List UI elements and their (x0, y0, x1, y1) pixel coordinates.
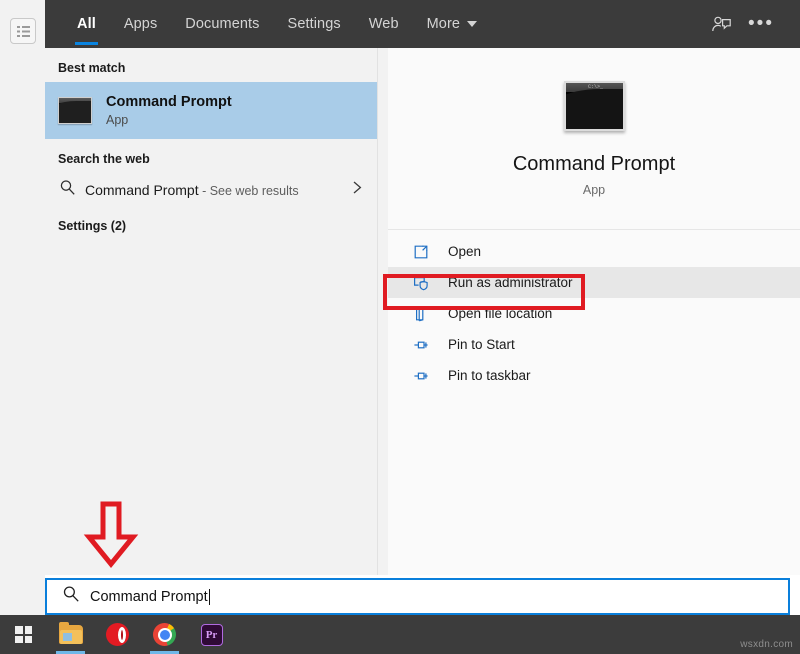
search-icon (59, 179, 85, 201)
preview-card: C:\>_ Command Prompt App Op (388, 48, 800, 575)
preview-panel: C:\>_ Command Prompt App Op (378, 48, 800, 575)
web-result-text: Command Prompt - See web results (85, 182, 299, 198)
taskbar-chrome[interactable] (141, 615, 188, 654)
action-list: Open Run as administrator (388, 230, 800, 391)
action-open-file-location-label: Open file location (448, 306, 552, 321)
filter-tabs: All Apps Documents Settings Web More (45, 0, 491, 48)
tab-apps-label: Apps (124, 16, 157, 32)
action-run-as-administrator-label: Run as administrator (448, 275, 573, 290)
tab-all[interactable]: All (63, 0, 110, 48)
list-menu-icon[interactable] (10, 18, 36, 44)
tab-web[interactable]: Web (355, 0, 413, 48)
text-cursor (209, 589, 210, 605)
topbar-actions: ••• (704, 7, 800, 41)
search-the-web-heading: Search the web (45, 139, 377, 173)
action-open-file-location[interactable]: Open file location (388, 298, 800, 329)
best-match-heading: Best match (45, 48, 377, 82)
start-menu-search-screen: All Apps Documents Settings Web More (0, 0, 800, 654)
folder-icon (59, 625, 83, 644)
taskbar-premiere-pro[interactable]: Pr (188, 615, 235, 654)
result-title: Command Prompt (106, 94, 232, 110)
tab-more[interactable]: More (413, 0, 491, 48)
tab-settings-label: Settings (288, 16, 341, 32)
tab-more-label: More (427, 16, 460, 32)
taskbar: Pr wsxdn.com (0, 615, 800, 654)
ellipsis-glyph: ••• (748, 19, 774, 29)
settings-results-heading: Settings (2) (45, 206, 377, 240)
tab-documents-label: Documents (185, 16, 259, 32)
search-input[interactable]: Command Prompt (45, 578, 790, 615)
app-hero: C:\>_ Command Prompt App (388, 48, 800, 230)
action-open-label: Open (448, 244, 481, 259)
action-pin-to-taskbar[interactable]: Pin to taskbar (388, 360, 800, 391)
tab-web-label: Web (369, 16, 399, 32)
search-filter-bar: All Apps Documents Settings Web More (45, 0, 800, 48)
ellipsis-icon[interactable]: ••• (744, 7, 778, 41)
shield-admin-icon (411, 273, 430, 292)
tab-documents[interactable]: Documents (171, 0, 273, 48)
down-arrow-annotation (83, 500, 139, 573)
folder-location-icon (411, 304, 430, 323)
action-open[interactable]: Open (388, 236, 800, 267)
pin-icon (411, 335, 430, 354)
action-run-as-administrator[interactable]: Run as administrator (388, 267, 800, 298)
pin-icon (411, 366, 430, 385)
result-texts: Command Prompt App (106, 94, 232, 127)
search-icon (62, 585, 90, 608)
taskbar-opera[interactable] (94, 615, 141, 654)
premiere-pro-icon: Pr (201, 624, 223, 646)
preview-app-type: App (388, 183, 800, 197)
left-rail (0, 0, 45, 615)
taskbar-items: Pr (0, 615, 800, 654)
chevron-right-icon[interactable] (352, 180, 363, 199)
action-pin-to-start[interactable]: Pin to Start (388, 329, 800, 360)
results-panel: Best match Command Prompt App Search the… (45, 48, 378, 575)
start-button[interactable] (0, 615, 47, 654)
chevron-down-icon (467, 21, 477, 27)
search-input-value: Command Prompt (90, 589, 208, 605)
taskbar-file-explorer[interactable] (47, 615, 94, 654)
tab-settings[interactable]: Settings (274, 0, 355, 48)
watermark: wsxdn.com (740, 639, 793, 650)
open-external-icon (411, 242, 430, 261)
web-result-item[interactable]: Command Prompt - See web results (45, 173, 377, 206)
result-subtitle: App (106, 113, 232, 127)
command-prompt-large-icon: C:\>_ (564, 81, 625, 131)
web-result-suffix: - See web results (199, 184, 299, 198)
feedback-person-icon[interactable] (704, 7, 738, 41)
action-pin-to-start-label: Pin to Start (448, 337, 515, 352)
command-prompt-icon (58, 97, 92, 124)
windows-logo-icon (15, 626, 32, 643)
tab-all-label: All (77, 16, 96, 32)
web-result-query: Command Prompt (85, 182, 199, 198)
action-pin-to-taskbar-label: Pin to taskbar (448, 368, 531, 383)
opera-icon (106, 623, 129, 646)
chrome-icon (153, 623, 176, 646)
cmd-curve (564, 89, 625, 131)
preview-app-name: Command Prompt (388, 153, 800, 176)
tab-apps[interactable]: Apps (110, 0, 171, 48)
result-item-command-prompt[interactable]: Command Prompt App (45, 82, 377, 139)
